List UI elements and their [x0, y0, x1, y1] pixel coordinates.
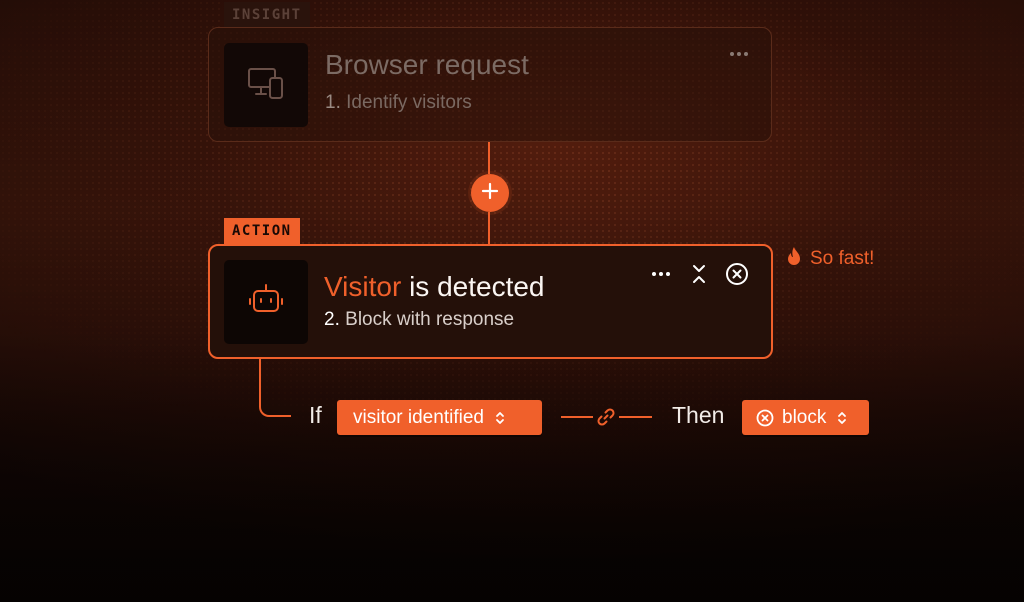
action-step-card[interactable]: Visitor is detected 2. Block with respon… — [208, 244, 773, 359]
add-step-button[interactable] — [471, 174, 509, 212]
insight-subtitle: 1. Identify visitors — [325, 92, 472, 114]
connector-line-top — [488, 142, 490, 174]
action-subtitle: 2. Block with response — [324, 309, 514, 331]
insight-step-number: 1. — [325, 92, 341, 113]
plus-icon — [480, 181, 500, 206]
link-icon[interactable] — [595, 406, 617, 428]
insight-step-card[interactable]: Browser request 1. Identify visitors — [208, 27, 772, 142]
action-title-rest: is detected — [401, 271, 545, 302]
action-tag: ACTION — [224, 218, 300, 245]
collapse-icon[interactable] — [687, 262, 711, 286]
condition-select-value: visitor identified — [353, 406, 484, 428]
rule-connector-left — [561, 416, 593, 418]
more-horizontal-icon[interactable] — [649, 262, 673, 286]
action-title-highlight: Visitor — [324, 271, 402, 302]
action-select[interactable]: block — [742, 400, 869, 435]
speed-badge: So fast! — [786, 246, 874, 272]
branch-connector — [259, 359, 291, 417]
insight-icon-box — [224, 43, 308, 127]
speed-badge-label: So fast! — [810, 248, 875, 269]
remove-circle-icon[interactable] — [725, 262, 749, 286]
condition-select[interactable]: visitor identified — [337, 400, 542, 435]
chevron-up-down-icon — [836, 409, 848, 427]
action-subtitle-text: Block with response — [345, 309, 515, 330]
robot-icon — [246, 280, 286, 325]
action-title: Visitor is detected — [324, 271, 545, 303]
more-horizontal-icon[interactable] — [727, 42, 751, 66]
fire-icon — [786, 246, 802, 272]
insight-title: Browser request — [325, 49, 529, 80]
x-circle-icon — [756, 409, 774, 427]
insight-subtitle-text: Identify visitors — [346, 92, 472, 113]
devices-icon — [246, 63, 286, 108]
action-select-value: block — [782, 406, 827, 428]
chevron-up-down-icon — [494, 409, 506, 427]
rule-connector-right — [619, 416, 652, 418]
then-label: Then — [672, 402, 725, 428]
action-icon-box — [224, 260, 308, 344]
connector-line-bottom — [488, 212, 490, 244]
if-label: If — [309, 402, 322, 428]
insight-tag: INSIGHT — [224, 2, 310, 28]
action-step-number: 2. — [324, 309, 340, 330]
